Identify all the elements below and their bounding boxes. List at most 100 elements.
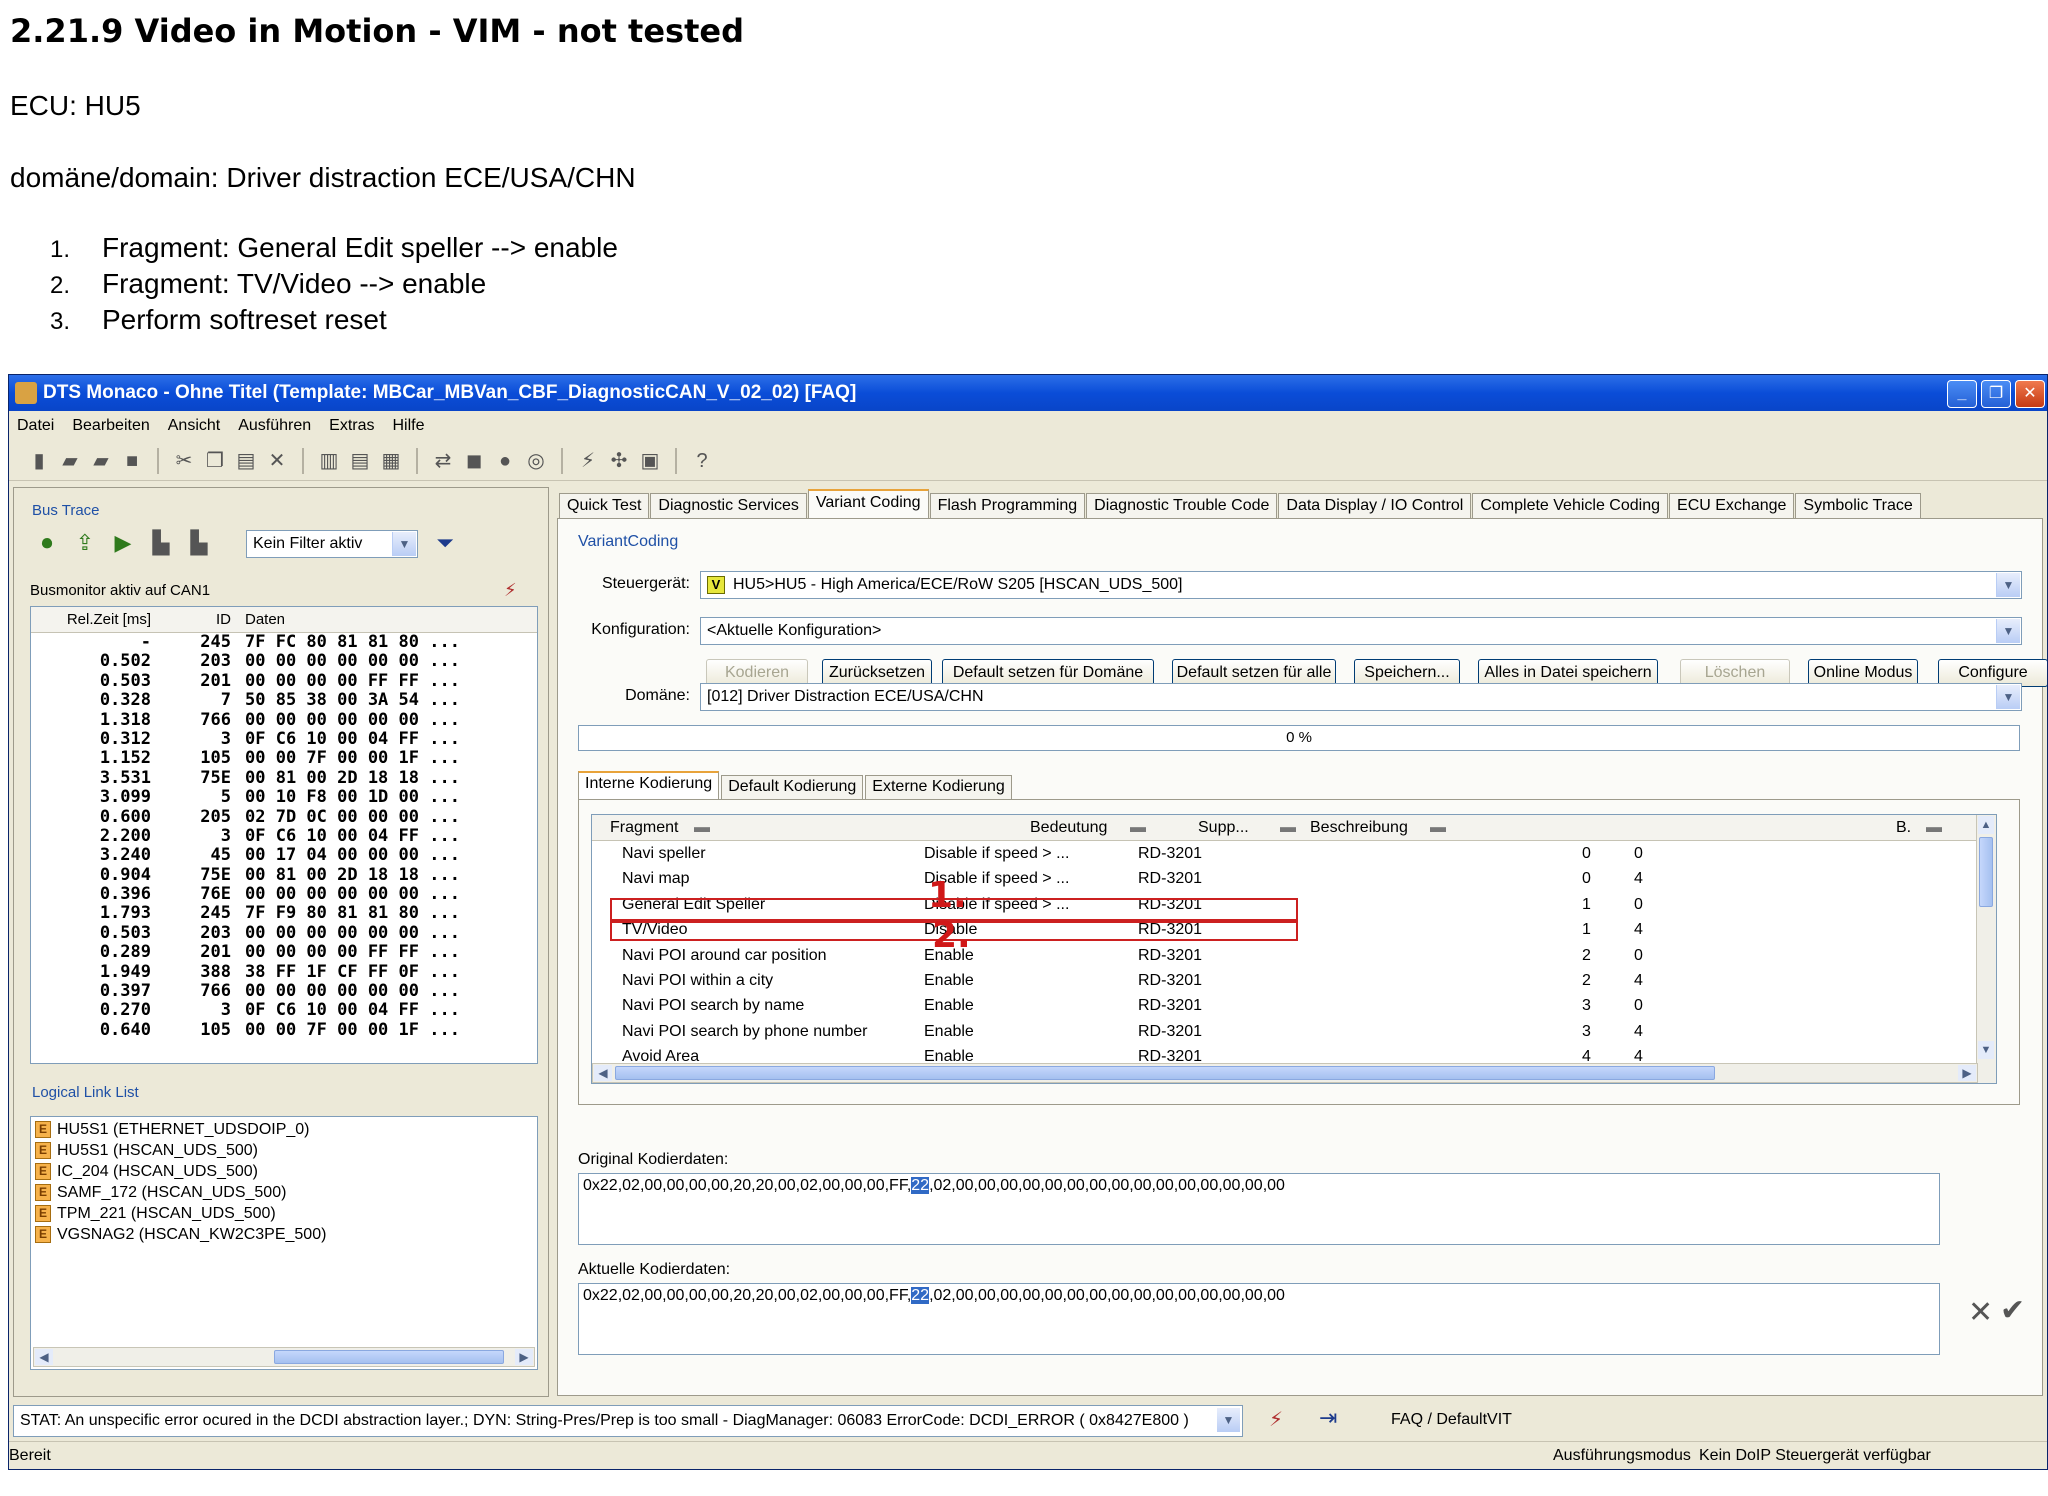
table-row[interactable]: 1.949 388 38 FF 1F CF FF 0F ... bbox=[31, 962, 537, 982]
tab-quick-test[interactable]: Quick Test bbox=[559, 493, 650, 519]
col-beschreibung[interactable]: Beschreibung bbox=[1310, 815, 1408, 841]
export-trace-icon[interactable]: ⇪ bbox=[72, 530, 98, 556]
aktuelle-kodierdaten-field[interactable]: 0x22,02,00,00,00,00,20,20,00,02,00,00,00… bbox=[578, 1283, 1940, 1355]
table-row[interactable]: Navi POI within a city Enable RD-3201 2 4 bbox=[592, 968, 1996, 993]
column-sort-icon[interactable]: ▬ bbox=[694, 815, 710, 841]
minimize-button[interactable]: _ bbox=[1947, 380, 1977, 408]
start-trace-icon[interactable]: ⏺ bbox=[34, 530, 60, 556]
fragment-grid[interactable]: Fragment ▬ Bedeutung ▬ Supp... ▬ Beschre… bbox=[591, 814, 1997, 1084]
help-icon[interactable]: ? bbox=[690, 449, 714, 473]
table-row[interactable]: Navi map Disable if speed > ... RD-3201 0 4 bbox=[592, 866, 1996, 891]
original-kodierdaten-field[interactable]: 0x22,02,00,00,00,00,20,20,00,02,00,00,00… bbox=[578, 1173, 1940, 1245]
filter-select[interactable]: Kein Filter aktiv ▼ bbox=[246, 530, 418, 558]
scroll-down-icon[interactable]: ▼ bbox=[1978, 1041, 1994, 1059]
logout-icon[interactable]: ⇥ bbox=[1319, 1405, 1337, 1431]
col-relzeit[interactable]: Rel.Zeit [ms] bbox=[31, 607, 151, 632]
table-row[interactable]: 0.396 76E 00 00 00 00 00 00 ... bbox=[31, 884, 537, 904]
menu-hilfe[interactable]: Hilfe bbox=[393, 413, 425, 439]
table-row[interactable]: 0.640 105 00 00 7F 00 00 1F ... bbox=[31, 1020, 537, 1040]
tab-data-display[interactable]: Data Display / IO Control bbox=[1278, 493, 1472, 519]
column-sort-icon[interactable]: ▬ bbox=[1926, 815, 1942, 841]
scroll-right-icon[interactable]: ▶ bbox=[1958, 1065, 1976, 1081]
table-row[interactable]: 1.152 105 00 00 7F 00 00 1F ... bbox=[31, 748, 537, 768]
table-row[interactable]: 0.312 3 0F C6 10 00 04 FF ... bbox=[31, 729, 537, 749]
tab-flash-programming[interactable]: Flash Programming bbox=[929, 493, 1086, 519]
chevron-down-icon[interactable]: ▼ bbox=[1217, 1408, 1240, 1432]
list-item[interactable]: E TPM_221 (HSCAN_UDS_500) bbox=[31, 1203, 537, 1224]
col-id[interactable]: ID bbox=[151, 607, 231, 632]
domaene-select[interactable]: [012] Driver Distraction ECE/USA/CHN ▼ bbox=[700, 683, 2022, 711]
list-item[interactable]: E HU5S1 (ETHERNET_UDSDOIP_0) bbox=[31, 1119, 537, 1140]
scroll-thumb[interactable] bbox=[615, 1066, 1715, 1080]
new-file-icon[interactable]: ▮ bbox=[27, 449, 51, 473]
play-trace-icon[interactable]: ▶ bbox=[110, 530, 136, 556]
table-row[interactable]: 0.503 201 00 00 00 00 FF FF ... bbox=[31, 671, 537, 691]
confirm-check-icon[interactable]: ✔ bbox=[2000, 1293, 2025, 1328]
chevron-down-icon[interactable]: ▼ bbox=[1996, 685, 2020, 709]
layout-left-icon[interactable]: ▥ bbox=[317, 449, 341, 473]
table-row[interactable]: 0.600 205 02 7D 0C 00 00 00 ... bbox=[31, 807, 537, 827]
table-row[interactable]: 2.200 3 0F C6 10 00 04 FF ... bbox=[31, 826, 537, 846]
save-icon[interactable]: ■ bbox=[120, 449, 144, 473]
chevron-down-icon[interactable]: ▼ bbox=[392, 532, 416, 556]
bus-trace-table[interactable]: Rel.Zeit [ms] ID Daten - 245 7F FC 80 81 8… bbox=[30, 606, 538, 1064]
tab-externe-kodierung[interactable]: Externe Kodierung bbox=[865, 775, 1012, 799]
col-bedeutung[interactable]: Bedeutung bbox=[1030, 815, 1107, 841]
record-icon[interactable]: ● bbox=[493, 449, 517, 473]
table-row[interactable]: 0.503 203 00 00 00 00 00 00 ... bbox=[31, 923, 537, 943]
status-message-select[interactable]: STAT: An unspecific error ocured in the … bbox=[13, 1405, 1243, 1437]
menu-bearbeiten[interactable]: Bearbeiten bbox=[72, 413, 149, 439]
tab-ecu-exchange[interactable]: ECU Exchange bbox=[1669, 493, 1795, 519]
table-row[interactable]: 0.328 7 50 85 38 00 3A 54 ... bbox=[31, 690, 537, 710]
maximize-button[interactable]: ❐ bbox=[1981, 380, 2011, 408]
column-sort-icon[interactable]: ▬ bbox=[1430, 815, 1446, 841]
konfiguration-select[interactable]: <Aktuelle Konfiguration> ▼ bbox=[700, 617, 2022, 645]
scroll-left-icon[interactable]: ◀ bbox=[35, 1349, 53, 1365]
table-row[interactable]: 3.240 45 00 17 04 00 00 00 ... bbox=[31, 845, 537, 865]
scroll-left-icon[interactable]: ◀ bbox=[594, 1065, 612, 1081]
table-row[interactable]: Navi POI around car position Enable RD-320… bbox=[592, 943, 1996, 968]
paste-icon[interactable]: ▤ bbox=[234, 449, 258, 473]
ecu-icon[interactable]: ▣ bbox=[638, 449, 662, 473]
menu-extras[interactable]: Extras bbox=[329, 413, 374, 439]
table-row[interactable]: 1.318 766 00 00 00 00 00 00 ... bbox=[31, 710, 537, 730]
tab-variant-coding[interactable]: Variant Coding bbox=[807, 489, 929, 519]
fragment-grid-hscroll[interactable]: ◀ ▶ bbox=[592, 1063, 1978, 1083]
table-row[interactable]: 0.502 203 00 00 00 00 00 00 ... bbox=[31, 651, 537, 671]
list-item[interactable]: E HU5S1 (HSCAN_UDS_500) bbox=[31, 1140, 537, 1161]
list-item[interactable]: E IC_204 (HSCAN_UDS_500) bbox=[31, 1161, 537, 1182]
plug-icon[interactable]: ⚡ bbox=[504, 580, 517, 601]
scroll-thumb[interactable] bbox=[274, 1350, 504, 1364]
table-row[interactable]: 1.793 245 7F F9 80 81 81 80 ... bbox=[31, 904, 537, 924]
list-item[interactable]: E SAMF_172 (HSCAN_UDS_500) bbox=[31, 1182, 537, 1203]
plug-icon[interactable]: ⚡ bbox=[1269, 1407, 1283, 1432]
table-row[interactable]: 3.099 5 00 10 F8 00 1D 00 ... bbox=[31, 787, 537, 807]
target-icon[interactable]: ◎ bbox=[524, 449, 548, 473]
scroll-right-icon[interactable]: ▶ bbox=[515, 1349, 533, 1365]
delete-icon[interactable]: ✕ bbox=[265, 449, 289, 473]
col-supp[interactable]: Supp... bbox=[1198, 815, 1249, 841]
steuergeraet-select[interactable]: V HU5>HU5 - High America/ECE/RoW S205 [HS… bbox=[700, 571, 2022, 599]
connect-icon[interactable]: ⇄ bbox=[431, 449, 455, 473]
column-sort-icon[interactable]: ▬ bbox=[1280, 815, 1296, 841]
tab-complete-vehicle-coding[interactable]: Complete Vehicle Coding bbox=[1472, 493, 1669, 519]
menu-ansicht[interactable]: Ansicht bbox=[168, 413, 220, 439]
table-row[interactable]: 0.289 201 00 00 00 00 FF FF ... bbox=[31, 942, 537, 962]
column-sort-icon[interactable]: ▬ bbox=[1130, 815, 1146, 841]
table-row[interactable]: 0.904 75E 00 81 00 2D 18 18 ... bbox=[31, 865, 537, 885]
tab-default-kodierung[interactable]: Default Kodierung bbox=[721, 775, 864, 799]
stop-icon[interactable]: ◼ bbox=[462, 449, 486, 473]
layout-grid-icon[interactable]: ▦ bbox=[379, 449, 403, 473]
logical-link-hscroll[interactable]: ◀ ▶ bbox=[33, 1347, 535, 1367]
col-b[interactable]: B. bbox=[1896, 815, 1911, 841]
chevron-down-icon[interactable]: ▼ bbox=[1996, 573, 2020, 597]
chevron-down-icon[interactable]: ▼ bbox=[1996, 619, 2020, 643]
plug-icon[interactable]: ⚡ bbox=[576, 449, 600, 473]
table-row[interactable]: Navi POI search by phone number Enable RD-… bbox=[592, 1019, 1996, 1044]
menu-datei[interactable]: Datei bbox=[17, 413, 54, 439]
open-recent-icon[interactable]: ▰ bbox=[89, 449, 113, 473]
table-row[interactable]: - 245 7F FC 80 81 81 80 ... bbox=[31, 632, 537, 652]
tab-diagnostic-trouble-code[interactable]: Diagnostic Trouble Code bbox=[1086, 493, 1278, 519]
table-row[interactable]: Navi speller Disable if speed > ... RD-320… bbox=[592, 841, 1996, 866]
table-row[interactable]: 3.531 75E 00 81 00 2D 18 18 ... bbox=[31, 768, 537, 788]
